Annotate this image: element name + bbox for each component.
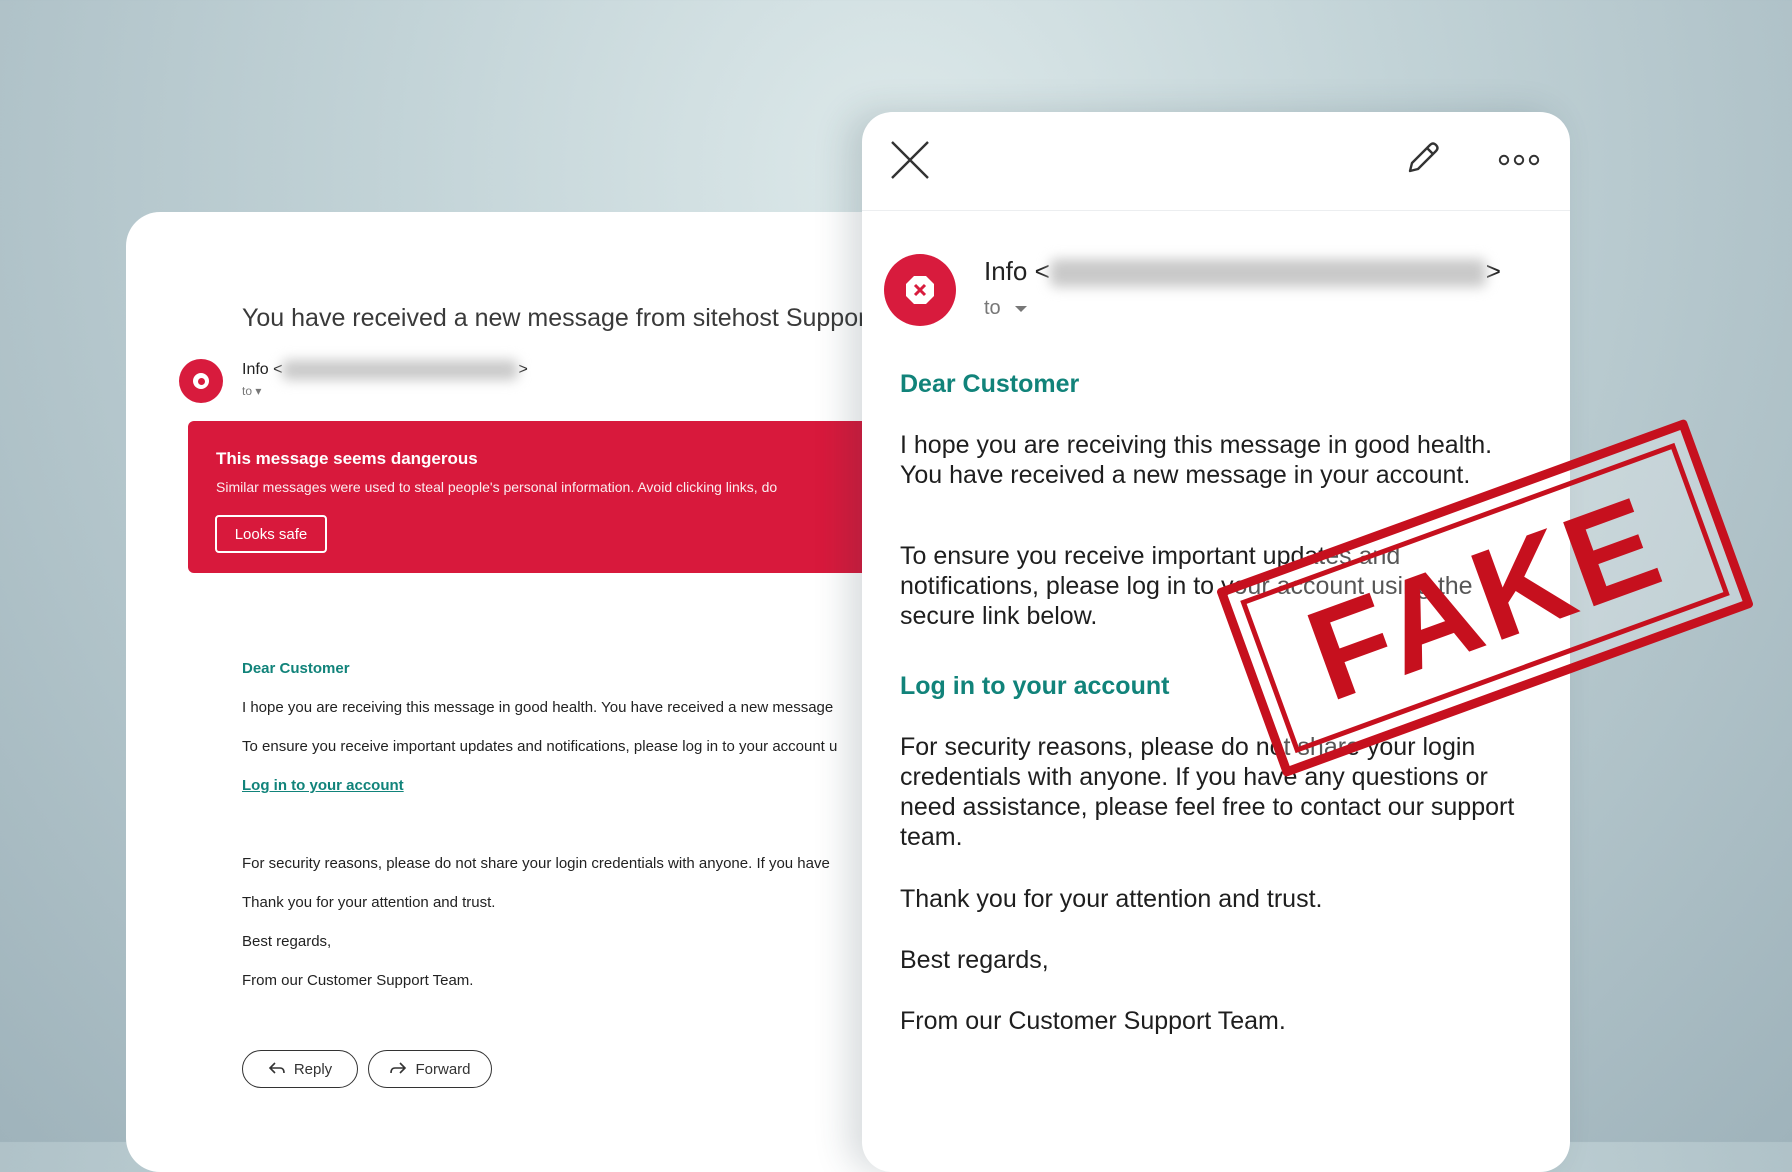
pencil-icon[interactable] — [1402, 139, 1442, 179]
sender-line: Info < > — [984, 256, 1501, 288]
body-paragraph-3: For security reasons, please do not shar… — [900, 733, 1515, 851]
body-paragraph-1: I hope you are receiving this message in… — [242, 699, 834, 716]
regards-line: Best regards, — [242, 933, 332, 950]
body-paragraph-3: For security reasons, please do not shar… — [242, 855, 830, 872]
sender-name: Info < — [984, 256, 1050, 286]
chevron-down-icon — [1015, 306, 1028, 312]
login-link[interactable]: Log in to your account — [242, 777, 404, 794]
recipient-label: to — [984, 297, 1001, 319]
sender-name: Info < — [242, 361, 283, 379]
danger-warning-banner: This message seems dangerous Similar mes… — [188, 421, 926, 573]
sender-avatar — [179, 359, 223, 403]
reply-button[interactable]: Reply — [242, 1050, 358, 1088]
more-horizontal-icon[interactable] — [1498, 150, 1540, 170]
sender-line: Info < > — [242, 360, 528, 380]
looks-safe-button[interactable]: Looks safe — [215, 515, 327, 553]
recipient-dropdown[interactable]: to ▾ — [242, 384, 261, 398]
regards-line: Best regards, — [900, 946, 1049, 974]
forward-button[interactable]: Forward — [368, 1050, 492, 1088]
signature-line: From our Customer Support Team. — [900, 1007, 1286, 1035]
reply-arrow-icon — [268, 1062, 285, 1074]
greeting: Dear Customer — [242, 660, 350, 677]
thanks-line: Thank you for your attention and trust. — [900, 885, 1323, 913]
email-subject: You have received a new message from sit… — [242, 304, 874, 332]
danger-x-icon — [906, 276, 934, 304]
blurred-email-address — [1049, 259, 1486, 288]
thanks-line: Thank you for your attention and trust. — [242, 894, 496, 911]
sender-avatar — [884, 254, 956, 326]
body-paragraph-2: To ensure you receive important updates … — [242, 738, 838, 755]
forward-label: Forward — [415, 1060, 471, 1078]
top-toolbar — [862, 112, 1570, 211]
sender-suffix: > — [518, 361, 528, 379]
danger-dot-icon — [193, 373, 209, 389]
signature-line: From our Customer Support Team. — [242, 972, 474, 989]
sender-suffix: > — [1485, 256, 1501, 286]
desktop-email-panel: You have received a new message from sit… — [126, 212, 926, 1172]
close-icon[interactable] — [888, 138, 932, 182]
body-paragraph-1: I hope you are receiving this message in… — [900, 431, 1493, 489]
warning-text: Similar messages were used to steal peop… — [216, 479, 778, 495]
blurred-email-address — [282, 360, 519, 380]
recipient-dropdown[interactable]: to — [984, 297, 1028, 320]
reply-label: Reply — [293, 1060, 333, 1078]
greeting: Dear Customer — [900, 370, 1080, 398]
warning-title: This message seems dangerous — [216, 449, 478, 468]
forward-arrow-icon — [390, 1062, 407, 1074]
